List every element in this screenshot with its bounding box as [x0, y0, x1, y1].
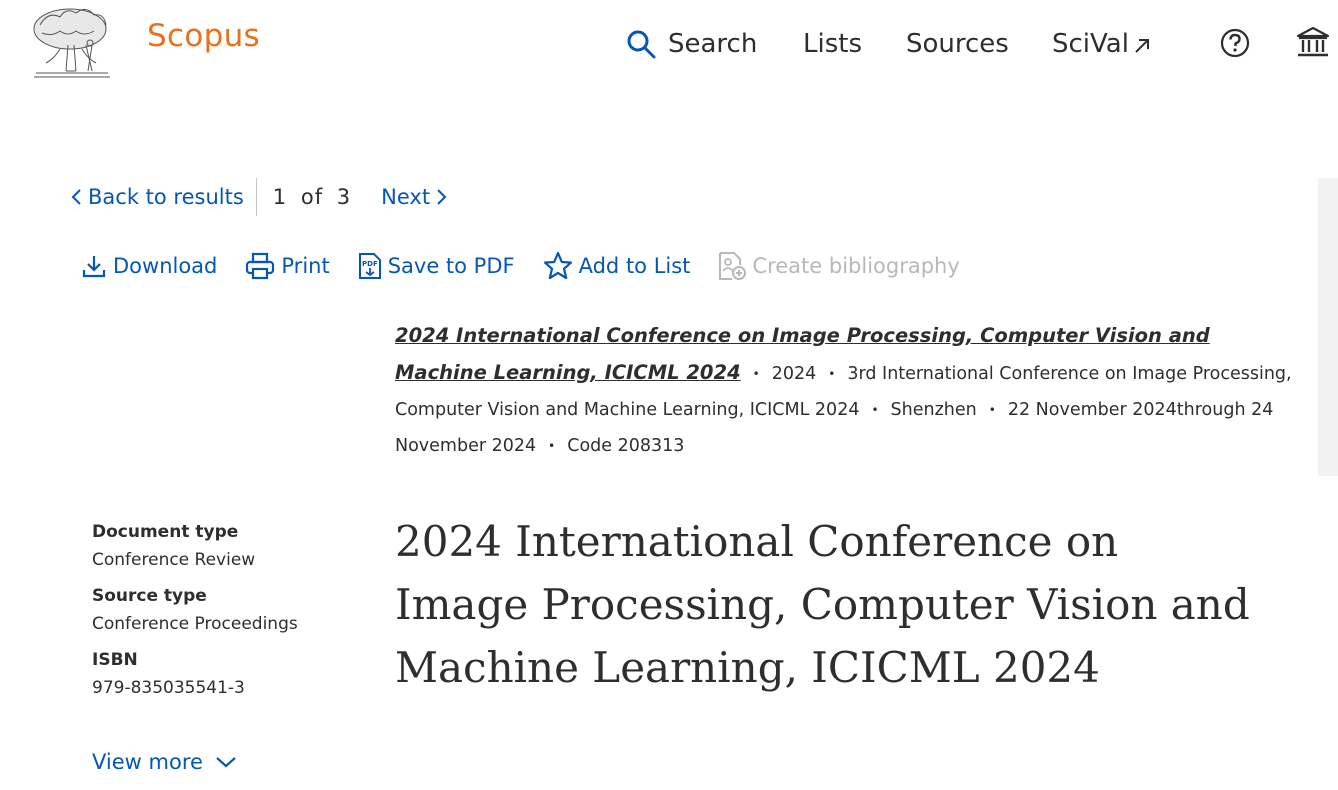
back-to-results-label: Back to results [88, 185, 244, 209]
source-citation: 2024 International Conference on Image P… [395, 318, 1295, 464]
separator-dot: • [548, 439, 556, 453]
separator-dot: • [828, 367, 836, 381]
nav-sources[interactable]: Sources [906, 26, 1009, 62]
source-type-label: Source type [92, 586, 207, 606]
separator-dot: • [988, 403, 996, 417]
download-icon [82, 256, 106, 278]
nav-search[interactable]: Search [626, 26, 757, 62]
nav-scival[interactable]: SciVal [1052, 26, 1151, 62]
pager-total: 3 [336, 185, 352, 209]
add-to-list-button[interactable]: Add to List [543, 251, 691, 281]
isbn-value: 979-835035541-3 [92, 678, 245, 698]
document-type-label: Document type [92, 522, 239, 542]
document-title: 2024 International Conference on Image P… [395, 517, 1250, 692]
view-more-button[interactable]: View more [92, 750, 237, 774]
chevron-right-icon [437, 189, 447, 205]
elsevier-tree-logo-icon[interactable] [30, 5, 114, 79]
result-navigation: Back to results 1 of 3 Next [70, 178, 448, 216]
printer-icon [246, 252, 275, 280]
save-to-pdf-button[interactable]: PDF Save to PDF [358, 252, 515, 280]
document-details: Document type Conference Review Source t… [92, 522, 372, 714]
external-link-icon [1135, 39, 1149, 53]
scopus-brand[interactable]: Scopus [147, 18, 260, 54]
next-label: Next [381, 185, 431, 209]
svg-text:PDF: PDF [362, 260, 378, 268]
document-type-value: Conference Review [92, 550, 256, 570]
separator-dot: • [752, 367, 760, 381]
create-bibliography-label: Create bibliography [752, 254, 960, 278]
save-to-pdf-label: Save to PDF [387, 254, 515, 278]
citation-location: Shenzhen [890, 400, 977, 420]
download-button[interactable]: Download [81, 253, 217, 279]
chevron-down-icon [216, 757, 236, 768]
help-icon[interactable] [1220, 28, 1250, 62]
print-label: Print [281, 254, 330, 278]
chevron-left-icon [71, 189, 81, 205]
separator-dot: • [871, 403, 879, 417]
bibliography-icon [719, 252, 747, 280]
view-more-label: View more [92, 750, 203, 774]
divider [255, 178, 257, 216]
scrollbar-track[interactable] [1318, 178, 1338, 476]
create-bibliography-button[interactable]: Create bibliography [718, 251, 960, 281]
back-to-results-link[interactable]: Back to results [70, 185, 244, 209]
citation-year: 2024 [771, 364, 817, 384]
pager-of: of [300, 185, 324, 209]
search-icon [627, 30, 656, 59]
citation-code: Code 208313 [567, 436, 685, 456]
nav-scival-label: SciVal [1052, 29, 1129, 59]
source-type-value: Conference Proceedings [92, 614, 298, 634]
isbn-label: ISBN [92, 650, 138, 670]
nav-search-label: Search [668, 29, 758, 59]
pager-current: 1 [272, 185, 288, 209]
institution-icon[interactable] [1296, 25, 1330, 63]
pdf-icon: PDF [358, 253, 381, 279]
top-header: Scopus Search Lists Sources SciVal [0, 0, 1338, 86]
star-icon [543, 251, 572, 280]
add-to-list-label: Add to List [578, 254, 691, 278]
next-result-link[interactable]: Next [381, 185, 448, 209]
document-toolbar: Download Print PDF Save to PDF Add to Li… [81, 250, 988, 282]
nav-lists[interactable]: Lists [803, 26, 862, 62]
result-pager: 1 of 3 [273, 185, 357, 209]
download-label: Download [113, 254, 218, 278]
print-button[interactable]: Print [245, 252, 330, 280]
